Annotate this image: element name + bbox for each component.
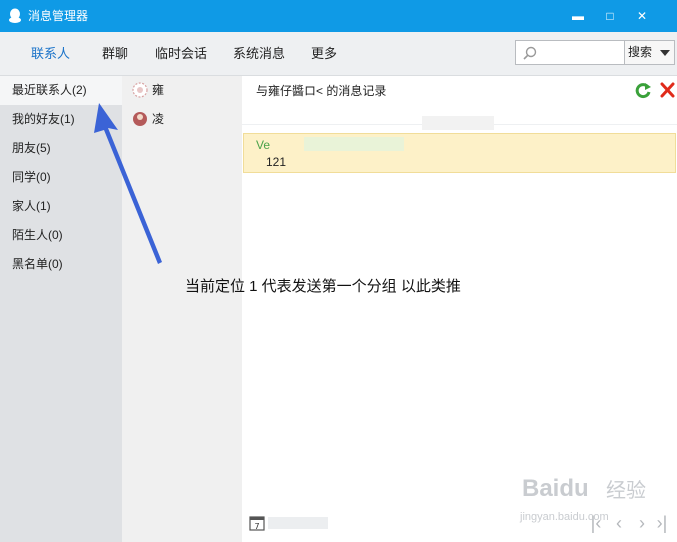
group-classmates[interactable]: 同学(0) <box>0 163 122 192</box>
group-family[interactable]: 家人(1) <box>0 192 122 221</box>
group-friends[interactable]: 朋友(5) <box>0 134 122 163</box>
group-my-friends[interactable]: 我的好友(1) <box>0 105 122 134</box>
title-bar: 消息管理器 ▬ □ ✕ <box>0 0 677 32</box>
tab-system-messages[interactable]: 系统消息 <box>233 45 285 63</box>
tab-group-chat[interactable]: 群聊 <box>102 45 128 63</box>
refresh-icon[interactable] <box>634 81 652 99</box>
search-input[interactable] <box>544 43 622 62</box>
search-button-label: 搜索 <box>628 45 653 59</box>
watermark-site: jingyan.baidu.com <box>520 511 609 523</box>
contact-item[interactable]: 凌 <box>122 105 242 133</box>
group-blacklist[interactable]: 黑名单(0) <box>0 250 122 279</box>
contact-item[interactable]: 雍 <box>122 76 242 104</box>
contact-name: 凌 <box>152 112 165 126</box>
calendar-icon[interactable]: 7 <box>249 515 265 531</box>
contact-name: 雍 <box>152 83 165 97</box>
watermark-brand-cn: 经验 <box>606 480 646 502</box>
baidu-watermark: Baidu 经验 jingyan.baidu.com <box>510 470 670 526</box>
close-button[interactable]: ✕ <box>632 6 652 26</box>
group-recent-contacts[interactable]: 最近联系人(2) <box>0 76 122 105</box>
svg-text:7: 7 <box>254 522 259 531</box>
minimize-button[interactable]: ▬ <box>568 6 588 26</box>
search-icon <box>523 46 537 60</box>
date-label <box>422 116 494 130</box>
message-header-title: 与雍仔醬ロ< 的消息记录 <box>256 84 387 98</box>
search-button[interactable]: 搜索 <box>624 40 675 65</box>
tab-temp-chat[interactable]: 临时会话 <box>155 45 207 63</box>
message-item[interactable]: Ve 121 <box>243 133 676 173</box>
chevron-down-icon[interactable] <box>660 50 670 56</box>
message-time <box>304 137 404 151</box>
maximize-button[interactable]: □ <box>600 6 620 26</box>
window-title: 消息管理器 <box>28 9 89 23</box>
avatar <box>132 82 148 98</box>
message-header: 与雍仔醬ロ< 的消息记录 <box>242 76 677 108</box>
annotation-text: 当前定位 1 代表发送第一个分组 以此类推 <box>185 278 461 295</box>
tab-more[interactable]: 更多 <box>311 45 337 63</box>
qq-penguin-icon <box>9 8 21 23</box>
date-value <box>268 517 328 529</box>
message-sender: Ve <box>256 138 271 152</box>
search-box[interactable] <box>515 40 625 65</box>
watermark-brand: Baidu <box>522 475 589 502</box>
delete-icon[interactable] <box>659 81 676 99</box>
tab-contacts[interactable]: 联系人 <box>31 45 70 63</box>
contact-list: 雍 凌 <box>122 76 242 542</box>
group-strangers[interactable]: 陌生人(0) <box>0 221 122 250</box>
message-body: 121 <box>266 155 287 169</box>
group-list: 最近联系人(2) 我的好友(1) 朋友(5) 同学(0) 家人(1) 陌生人(0… <box>0 76 122 542</box>
avatar <box>133 112 147 126</box>
